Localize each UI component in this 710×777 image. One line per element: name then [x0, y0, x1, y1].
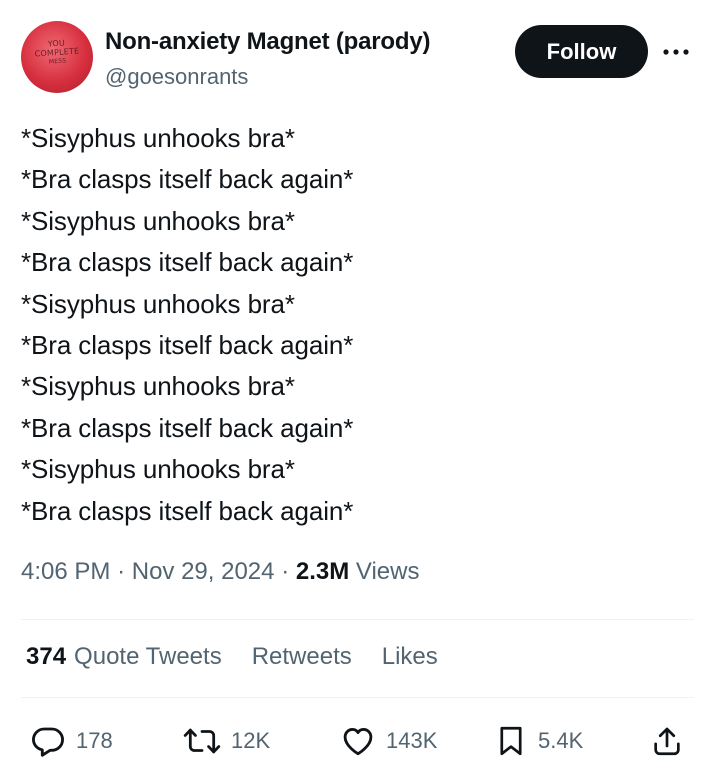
divider [21, 697, 694, 698]
reply-button[interactable]: 178 [30, 718, 113, 764]
tweet-line: *Sisyphus unhooks bra* [21, 288, 295, 319]
like-count: 143K [386, 728, 438, 753]
bookmark-icon [500, 726, 522, 756]
views-label: Views [355, 558, 420, 585]
display-name[interactable]: Non-anxiety Magnet (parody) [105, 28, 430, 56]
avatar-lettering: YOU COMPLETE MESS [21, 37, 93, 69]
more-horizontal-icon [663, 49, 689, 55]
quote-label: Quote Tweets [74, 643, 222, 670]
tweet-line: *Sisyphus unhooks bra* [21, 371, 295, 402]
retweet-count: 12K [231, 728, 271, 753]
retweet-button[interactable]: 12K [183, 718, 270, 764]
tweet-line: *Sisyphus unhooks bra* [21, 123, 295, 153]
tweet-line: *Bra clasps itself back again* [21, 330, 354, 361]
share-icon [654, 727, 680, 756]
user-handle[interactable]: @goesonrants [105, 64, 248, 90]
quote-count: 374 [26, 643, 67, 670]
heart-icon [343, 728, 373, 756]
tweet-text: *Sisyphus unhooks bra* *Bra clasps itsel… [21, 118, 691, 532]
timestamp-date[interactable]: Nov 29, 2024 [132, 558, 275, 585]
divider [21, 619, 694, 620]
tweet-line: *Bra clasps itself back again* [21, 412, 354, 443]
tweet-card: YOU COMPLETE MESS Non-anxiety Magnet (pa… [0, 0, 710, 777]
bookmark-button[interactable]: 5.4K [494, 718, 583, 764]
retweets-link[interactable]: Retweets [252, 643, 352, 671]
meta-separator: · [117, 558, 126, 585]
reply-count: 178 [76, 728, 113, 753]
tweet-line: *Sisyphus unhooks bra* [21, 205, 295, 236]
more-options-button[interactable] [662, 38, 690, 66]
share-button[interactable] [650, 718, 684, 764]
meta-separator: · [281, 558, 290, 585]
follow-button[interactable]: Follow [515, 25, 648, 78]
tweet-meta: 4:06 PM · Nov 29, 2024 · 2.3M Views [21, 558, 419, 586]
views-count: 2.3M [295, 558, 350, 585]
tweet-line: *Bra clasps itself back again* [21, 495, 354, 526]
timestamp-time[interactable]: 4:06 PM [21, 558, 110, 585]
quote-tweets-link[interactable]: 374 Quote Tweets [26, 643, 222, 671]
tweet-line: *Sisyphus unhooks bra* [21, 454, 295, 485]
action-bar: 178 12K 143K 5.4K [0, 718, 710, 766]
retweet-icon [183, 728, 221, 754]
tweet-line: *Bra clasps itself back again* [21, 164, 354, 195]
avatar[interactable]: YOU COMPLETE MESS [21, 21, 93, 93]
engagement-row: 374 Quote Tweets Retweets Likes [26, 643, 438, 671]
likes-link[interactable]: Likes [382, 643, 438, 671]
like-button[interactable]: 143K [340, 718, 437, 764]
tweet-line: *Bra clasps itself back again* [21, 247, 354, 278]
reply-icon [32, 727, 64, 757]
bookmark-count: 5.4K [538, 728, 584, 753]
